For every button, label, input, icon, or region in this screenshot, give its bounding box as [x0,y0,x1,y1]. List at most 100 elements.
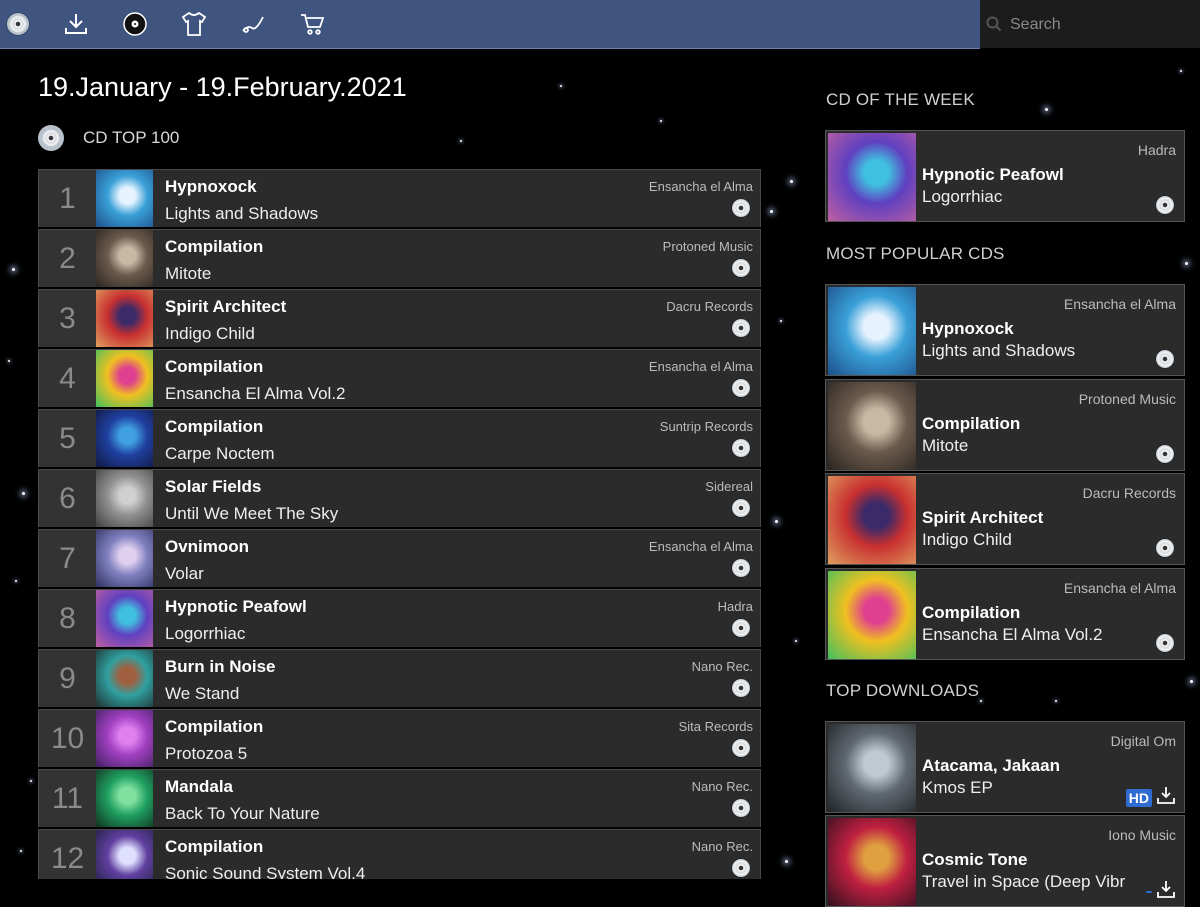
cd-format-icon[interactable] [732,379,750,397]
chart-row[interactable]: 10 Compilation Protozoa 5 Sita Records [38,709,761,767]
album-cover[interactable] [96,530,153,587]
album-title[interactable]: Mitote [922,436,968,456]
search-input[interactable] [1008,0,1197,50]
cd-format-icon[interactable] [732,679,750,697]
artist-name[interactable]: Solar Fields [165,477,261,497]
chart-row[interactable]: 3 Spirit Architect Indigo Child Dacru Re… [38,289,761,347]
album-cover[interactable] [96,590,153,647]
album-title[interactable]: Protozoa 5 [165,744,247,764]
cd-format-icon[interactable] [732,559,750,577]
artist-name[interactable]: Compilation [165,837,263,857]
album-title[interactable]: Until We Meet The Sky [165,504,338,524]
chart-row[interactable]: 6 Solar Fields Until We Meet The Sky Sid… [38,469,761,527]
cd-format-icon[interactable] [1156,350,1174,368]
album-cover[interactable] [96,710,153,767]
record-label[interactable]: Protoned Music [663,239,753,254]
chart-row[interactable]: 4 Compilation Ensancha El Alma Vol.2 Ens… [38,349,761,407]
artist-name[interactable]: Burn in Noise [165,657,276,677]
album-title[interactable]: Lights and Shadows [165,204,318,224]
artist-name[interactable]: Hypnotic Peafowl [922,165,1064,185]
record-label[interactable]: Nano Rec. [692,659,753,674]
download-icon[interactable] [1156,785,1176,810]
album-title[interactable]: Back To Your Nature [165,804,320,824]
artist-name[interactable]: Cosmic Tone [922,850,1027,870]
artist-name[interactable]: Compilation [165,417,263,437]
record-label[interactable]: Ensancha el Alma [1064,296,1176,312]
artist-name[interactable]: Mandala [165,777,233,797]
artist-name[interactable]: Compilation [165,357,263,377]
artist-name[interactable]: Ovnimoon [165,537,249,557]
cd-format-icon[interactable] [732,619,750,637]
album-cover[interactable] [828,287,916,375]
artist-name[interactable]: Spirit Architect [922,508,1043,528]
record-label[interactable]: Iono Music [1108,827,1176,843]
popular-card[interactable]: Protoned Music Compilation Mitote [825,378,1185,471]
cd-format-icon[interactable] [1156,196,1174,214]
chart-row[interactable]: 11 Mandala Back To Your Nature Nano Rec. [38,769,761,827]
album-cover[interactable] [96,230,153,287]
album-title[interactable]: Logorrhiac [922,187,1002,207]
record-label[interactable]: Ensancha el Alma [649,179,753,194]
artist-name[interactable]: Compilation [922,603,1020,623]
cd-format-icon[interactable] [1156,539,1174,557]
artist-name[interactable]: Hypnoxock [165,177,257,197]
album-cover[interactable] [96,650,153,707]
chart-row[interactable]: 5 Compilation Carpe Noctem Suntrip Recor… [38,409,761,467]
album-cover[interactable] [96,410,153,467]
cd-format-icon[interactable] [732,259,750,277]
chart-row[interactable]: 7 Ovnimoon Volar Ensancha el Alma [38,529,761,587]
album-title[interactable]: Travel in Space (Deep Vibr [922,872,1125,892]
album-cover[interactable] [828,381,916,470]
album-cover[interactable] [96,770,153,827]
download-card[interactable]: Digital Om Atacama, Jakaan Kmos EP HD [825,721,1185,813]
album-title[interactable]: We Stand [165,684,239,704]
record-label[interactable]: Hadra [718,599,753,614]
record-label[interactable]: Dacru Records [666,299,753,314]
chart-row[interactable]: 2 Compilation Mitote Protoned Music [38,229,761,287]
cd-icon[interactable] [4,10,32,38]
album-title[interactable]: Sonic Sound System Vol.4 [165,864,365,879]
album-cover[interactable] [828,724,916,812]
album-cover[interactable] [96,830,153,879]
album-title[interactable]: Ensancha El Alma Vol.2 [165,384,346,404]
record-label[interactable]: Ensancha el Alma [649,539,753,554]
cd-format-icon[interactable] [732,499,750,517]
artist-name[interactable]: Atacama, Jakaan [922,756,1060,776]
vinyl-icon[interactable] [121,10,149,38]
artist-name[interactable]: Compilation [165,717,263,737]
album-title[interactable]: Kmos EP [922,778,993,798]
album-title[interactable]: Ensancha El Alma Vol.2 [922,625,1103,645]
cd-of-week-card[interactable]: Hadra Hypnotic Peafowl Logorrhiac [825,130,1185,222]
cd-format-icon[interactable] [1156,633,1174,652]
record-label[interactable]: Ensancha el Alma [649,359,753,374]
download-icon[interactable] [62,10,90,38]
chart-row[interactable]: 1 Hypnoxock Lights and Shadows Ensancha … [38,169,761,227]
popular-card[interactable]: Dacru Records Spirit Architect Indigo Ch… [825,473,1185,565]
cd-format-icon[interactable] [732,799,750,817]
album-cover[interactable] [96,290,153,347]
album-title[interactable]: Logorrhiac [165,624,245,644]
popular-card[interactable]: Ensancha el Alma Compilation Ensancha El… [825,567,1185,660]
artist-name[interactable]: Spirit Architect [165,297,286,317]
record-label[interactable]: Dacru Records [1083,485,1176,501]
album-title[interactable]: Indigo Child [922,530,1012,550]
album-cover[interactable] [96,470,153,527]
album-title[interactable]: Carpe Noctem [165,444,275,464]
cd-format-icon[interactable] [732,319,750,337]
record-label[interactable]: Ensancha el Alma [1064,580,1176,596]
chart-row[interactable]: 12 Compilation Sonic Sound System Vol.4 … [38,829,761,879]
album-title[interactable]: Volar [165,564,204,584]
tshirt-icon[interactable] [180,10,208,38]
album-cover[interactable] [96,350,153,407]
record-label[interactable]: Suntrip Records [660,419,753,434]
album-cover[interactable] [828,476,916,564]
album-cover[interactable] [828,133,916,221]
chart-row[interactable]: 8 Hypnotic Peafowl Logorrhiac Hadra [38,589,761,647]
artist-name[interactable]: Compilation [165,237,263,257]
album-cover[interactable] [828,570,916,659]
popular-card[interactable]: Ensancha el Alma Hypnoxock Lights and Sh… [825,284,1185,376]
album-title[interactable]: Lights and Shadows [922,341,1075,361]
record-label[interactable]: Nano Rec. [692,839,753,854]
record-label[interactable]: Digital Om [1111,733,1176,749]
cd-format-icon[interactable] [1156,444,1174,463]
